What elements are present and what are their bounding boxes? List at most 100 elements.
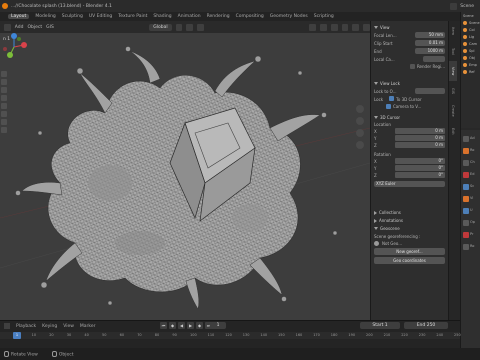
modifier-properties-icon[interactable] [463, 208, 469, 214]
sidebar-tab-tool[interactable]: Tool [449, 41, 457, 61]
focal-length-field[interactable]: 50 mm [415, 32, 445, 38]
outliner-row[interactable]: Spl [461, 47, 480, 54]
prev-key-icon[interactable]: ◆ [169, 322, 176, 329]
workspace-tab-modeling[interactable]: Modeling [35, 14, 55, 19]
playhead[interactable]: 1 [13, 332, 21, 339]
cursor-location-x[interactable]: 0 m [395, 128, 445, 134]
scene-selector[interactable]: Scene [450, 2, 474, 10]
measure-tool-icon[interactable] [1, 127, 7, 133]
end-frame-field[interactable]: End 250 [404, 322, 448, 329]
workspace-tab-scripting[interactable]: Scripting [314, 14, 334, 19]
cursor-rotation-z[interactable]: 0° [395, 172, 445, 178]
view-header[interactable]: View [380, 25, 390, 30]
move-tool-icon[interactable] [1, 87, 7, 93]
timeline-ruler[interactable]: 1102030405060708090100110120130140150160… [0, 332, 461, 339]
output-properties-icon[interactable] [463, 160, 469, 166]
select-tool-icon[interactable] [1, 71, 7, 77]
scale-tool-icon[interactable] [1, 103, 7, 109]
tool-properties-icon[interactable] [463, 136, 469, 142]
workspace-tab-layout[interactable]: Layout [8, 14, 30, 19]
xray-icon[interactable] [341, 23, 349, 31]
gizmo-toggle-icon[interactable] [319, 23, 327, 31]
workspace-tab-compositing[interactable]: Compositing [236, 14, 264, 19]
3d-viewport[interactable]: n 1 [0, 33, 370, 320]
pivot-icon[interactable] [175, 23, 183, 31]
object-properties-icon[interactable] [463, 196, 469, 202]
view-lock-header[interactable]: View Lock [380, 81, 400, 86]
annotations-section[interactable]: Annotations [374, 218, 445, 223]
workspace-tab-rendering[interactable]: Rendering [207, 14, 230, 19]
outliner-row[interactable]: Obj [461, 54, 480, 61]
proportional-icon[interactable] [197, 23, 205, 31]
visibility-icon[interactable] [309, 23, 316, 31]
annotate-tool-icon[interactable] [1, 119, 7, 125]
clip-end-field[interactable]: 1000 m [415, 48, 445, 54]
workspace-tab-texture-paint[interactable]: Texture Paint [118, 14, 147, 19]
blender-logo-icon[interactable] [2, 3, 8, 9]
menu-keying[interactable]: Keying [42, 324, 57, 329]
outliner-row[interactable]: Col [461, 26, 480, 33]
render-properties-icon[interactable] [463, 148, 469, 154]
start-frame-field[interactable]: Start 1 [360, 322, 400, 329]
cursor-rotation-x[interactable]: 0° [395, 158, 445, 164]
play-icon[interactable]: ▶ [187, 322, 194, 329]
current-frame-field[interactable]: 1 [210, 322, 226, 329]
overlay-icon[interactable] [330, 23, 338, 31]
solid-shading-icon[interactable] [363, 23, 370, 31]
workspace-tab-uv-editing[interactable]: UV Editing [89, 14, 112, 19]
collections-section[interactable]: Collections [374, 210, 445, 215]
3d-cursor-header[interactable]: 3D Cursor [380, 115, 400, 120]
geo-coordinates-button[interactable]: Geo coordinates [374, 257, 445, 264]
lock-object-field[interactable] [415, 88, 445, 94]
outliner-row[interactable]: Emp [461, 61, 480, 68]
transform-tool-icon[interactable] [1, 111, 7, 117]
zoom-icon[interactable] [356, 105, 364, 113]
geoscene-section[interactable]: Geoscene [374, 226, 445, 231]
particles-properties-icon[interactable] [463, 220, 469, 226]
cursor-tool-icon[interactable] [1, 79, 7, 85]
world-properties-icon[interactable] [463, 184, 469, 190]
outliner-row[interactable]: Scene [461, 19, 480, 26]
rotation-mode-dropdown[interactable]: XYZ Euler [374, 181, 445, 187]
menu-marker[interactable]: Marker [80, 324, 96, 329]
scene-properties-icon[interactable] [463, 172, 469, 178]
sidebar-tab-create[interactable]: Create [449, 101, 457, 121]
chocolate-splash-mesh[interactable] [15, 46, 338, 310]
pan-icon[interactable] [356, 117, 364, 125]
new-georef-button[interactable]: New georef... [374, 248, 445, 255]
wireframe-shading-icon[interactable] [352, 23, 360, 31]
timeline-editor-icon[interactable] [4, 323, 10, 329]
sidebar-tab-item[interactable]: Item [449, 21, 457, 41]
sidebar-tab-gis[interactable]: GIS [449, 81, 457, 101]
rotate-tool-icon[interactable] [1, 95, 7, 101]
workspace-tab-shading[interactable]: Shading [153, 14, 171, 19]
outliner-row[interactable]: Lig [461, 33, 480, 40]
cursor-location-z[interactable]: 0 m [395, 142, 445, 148]
workspace-tab-animation[interactable]: Animation [178, 14, 201, 19]
physics-properties-icon[interactable] [463, 232, 469, 238]
constraints-properties-icon[interactable] [463, 244, 469, 250]
jump-start-icon[interactable]: ⏮ [160, 322, 167, 329]
play-reverse-icon[interactable]: ◀ [178, 322, 185, 329]
local-camera-field[interactable] [423, 56, 445, 62]
workspace-tab-sculpting[interactable]: Sculpting [62, 14, 83, 19]
camera-to-view-checkbox[interactable] [386, 104, 391, 109]
camera-view-icon[interactable] [356, 129, 364, 137]
editor-type-icon[interactable] [4, 23, 11, 31]
menu-playback[interactable]: Playback [16, 324, 36, 329]
sidebar-tab-edit[interactable]: Edit [449, 121, 457, 141]
cursor-location-y[interactable]: 0 m [395, 135, 445, 141]
next-key-icon[interactable]: ◆ [196, 322, 203, 329]
menu-gis[interactable]: GIS [46, 25, 54, 30]
ortho-toggle-icon[interactable] [356, 141, 364, 149]
orientation-dropdown[interactable]: Global [149, 23, 172, 31]
to-3d-cursor-checkbox[interactable] [389, 96, 395, 101]
menu-view[interactable]: View [63, 324, 74, 329]
render-region-checkbox[interactable] [409, 64, 415, 69]
outliner-row[interactable]: Ref [461, 68, 480, 75]
sidebar-tab-view[interactable]: View [449, 61, 457, 81]
outliner-row[interactable]: Cam [461, 40, 480, 47]
navigation-gizmo[interactable] [0, 33, 28, 61]
snap-icon[interactable] [186, 23, 194, 31]
menu-add[interactable]: Add [15, 25, 24, 30]
